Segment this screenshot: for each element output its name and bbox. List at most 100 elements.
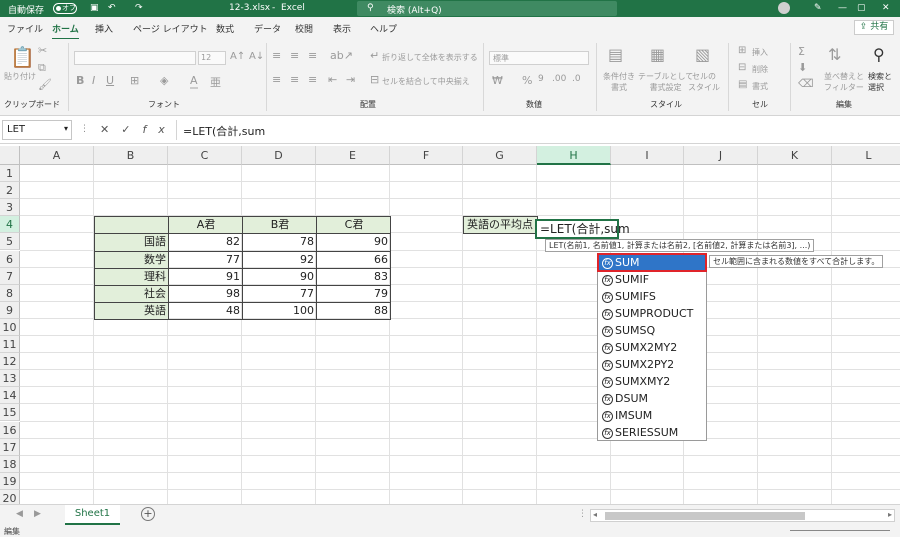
autocomplete-item[interactable]: fx SUMXMY2 — [599, 374, 705, 391]
score-cell[interactable]: 88 — [316, 301, 391, 320]
active-cell-editor[interactable]: =LET(合計,sum — [535, 219, 630, 239]
search-box[interactable]: ⚲ 検索 (Alt+Q) — [357, 1, 617, 16]
row-header-7[interactable]: 7 — [0, 267, 20, 285]
autocomplete-item[interactable]: fx SUMSQ — [599, 323, 705, 340]
format-cells-icon[interactable]: ▤ — [738, 79, 747, 90]
table-format-icon[interactable]: ▦ — [650, 45, 665, 64]
italic-icon[interactable]: I — [92, 74, 95, 87]
score-cell[interactable]: 91 — [168, 267, 243, 286]
row-header-19[interactable]: 19 — [0, 472, 20, 490]
enter-icon[interactable]: ✓ — [121, 123, 142, 136]
fill-color-icon[interactable]: ◈ — [160, 74, 168, 87]
row-header-11[interactable]: 11 — [0, 336, 20, 353]
paste-label[interactable]: 貼り付け — [4, 71, 36, 82]
number-format-select[interactable]: 標準 — [489, 51, 589, 65]
align-left-icon[interactable]: ≡ — [272, 73, 281, 86]
autocomplete-item[interactable]: fx IMSUM — [599, 408, 705, 425]
score-cell[interactable]: 83 — [316, 267, 391, 286]
grow-font-icon[interactable]: A↑ — [230, 51, 245, 62]
tab-file[interactable]: ファイル — [7, 22, 43, 35]
orientation-icon[interactable]: ab↗ — [330, 49, 353, 62]
undo-icon[interactable]: ↶ — [108, 3, 116, 13]
cancel-icon[interactable]: ✕ — [100, 123, 121, 136]
column-header-e[interactable]: E — [316, 146, 390, 165]
share-button[interactable]: ⇪ 共有 — [854, 20, 894, 35]
average-label-cell[interactable]: 英語の平均点 — [463, 216, 538, 235]
font-size-select[interactable]: 12 — [198, 51, 226, 65]
scroll-right-icon[interactable]: ▸ — [888, 510, 892, 519]
merge-center-label[interactable]: セルを結合して中央揃え — [382, 76, 470, 87]
sort-filter-label[interactable]: 並べ替えと フィルター — [824, 71, 864, 93]
row-header-3[interactable]: 3 — [0, 199, 20, 217]
format-painter-icon[interactable]: 🖌 — [38, 78, 52, 91]
row-header-9[interactable]: 9 — [0, 301, 20, 319]
autosum-icon[interactable]: Σ — [798, 45, 805, 58]
column-header-h[interactable]: H — [537, 146, 611, 165]
tab-home[interactable]: ホーム — [52, 22, 79, 40]
row-header-5[interactable]: 5 — [0, 233, 20, 251]
table-format-label[interactable]: テーブルとして 書式設定 — [638, 71, 693, 93]
minimize-icon[interactable]: — — [838, 3, 847, 13]
score-cell[interactable]: 77 — [242, 284, 317, 303]
row-header-15[interactable]: 15 — [0, 404, 20, 422]
clear-icon[interactable]: ⌫ — [798, 77, 814, 90]
phonetic-icon[interactable]: 亜 — [210, 74, 221, 90]
pen-icon[interactable]: ✎ — [814, 3, 822, 13]
zoom-slider[interactable] — [790, 530, 890, 531]
wrap-text-icon[interactable]: ↵ — [370, 49, 379, 62]
row-header-16[interactable]: 16 — [0, 421, 20, 439]
comma-icon[interactable]: 9 — [538, 74, 544, 84]
column-header-g[interactable]: G — [463, 146, 537, 165]
row-header-8[interactable]: 8 — [0, 284, 20, 302]
percent-icon[interactable]: % — [522, 74, 532, 87]
column-header-d[interactable]: D — [242, 146, 316, 165]
score-cell[interactable]: 77 — [168, 250, 243, 269]
score-cell[interactable]: 79 — [316, 284, 391, 303]
insert-cells-label[interactable]: 挿入 — [752, 47, 768, 58]
align-top-icon[interactable]: ≡ — [272, 49, 281, 62]
currency-icon[interactable]: ₩ — [492, 74, 503, 87]
bold-icon[interactable]: B — [76, 74, 84, 87]
row-header-1[interactable]: 1 — [0, 165, 20, 182]
fx-icon[interactable]: fx — [142, 123, 176, 136]
shrink-font-icon[interactable]: A↓ — [249, 51, 264, 62]
row-header-2[interactable]: 2 — [0, 182, 20, 200]
borders-icon[interactable]: ⊞ — [130, 74, 139, 87]
align-right-icon[interactable]: ≡ — [308, 73, 317, 86]
score-cell[interactable]: 90 — [316, 233, 391, 252]
align-center-icon[interactable]: ≡ — [290, 73, 299, 86]
table-header-cell[interactable]: A君 — [168, 216, 243, 235]
sheet-tab-sheet1[interactable]: Sheet1 — [65, 505, 120, 525]
wrap-text-label[interactable]: 折り返して全体を表示する — [382, 52, 478, 63]
table-header-cell[interactable]: C君 — [316, 216, 391, 235]
score-cell[interactable]: 66 — [316, 250, 391, 269]
font-name-select[interactable] — [74, 51, 196, 65]
find-select-label[interactable]: 検索と 選択 — [868, 71, 892, 93]
row-header-12[interactable]: 12 — [0, 353, 20, 371]
conditional-format-label[interactable]: 条件付き 書式 — [603, 71, 635, 93]
format-cells-label[interactable]: 書式 — [752, 81, 768, 92]
row-header-14[interactable]: 14 — [0, 387, 20, 405]
align-middle-icon[interactable]: ≡ — [290, 49, 299, 62]
score-cell[interactable]: 48 — [168, 301, 243, 320]
save-icon[interactable]: ▣ — [90, 3, 99, 13]
copy-icon[interactable]: ⧉ — [38, 61, 46, 75]
tab-review[interactable]: 校閲 — [295, 22, 313, 35]
scrollbar-thumb[interactable] — [605, 512, 805, 520]
score-cell[interactable]: 90 — [242, 267, 317, 286]
row-header-17[interactable]: 17 — [0, 438, 20, 456]
redo-icon[interactable]: ↷ — [135, 3, 143, 13]
decrease-indent-icon[interactable]: ⇤ — [328, 73, 337, 86]
cell-styles-label[interactable]: セルの スタイル — [688, 71, 720, 93]
name-box[interactable]: LET ▾ — [2, 120, 72, 140]
delete-cells-label[interactable]: 削除 — [752, 64, 768, 75]
next-sheet-icon[interactable]: ▶ — [34, 509, 41, 519]
column-header-a[interactable]: A — [20, 146, 94, 165]
align-bottom-icon[interactable]: ≡ — [308, 49, 317, 62]
score-cell[interactable]: 100 — [242, 301, 317, 320]
prev-sheet-icon[interactable]: ◀ — [16, 509, 23, 519]
column-header-j[interactable]: J — [684, 146, 758, 165]
close-icon[interactable]: ✕ — [882, 3, 890, 13]
scroll-left-icon[interactable]: ◂ — [593, 510, 597, 519]
tab-data[interactable]: データ — [254, 22, 281, 35]
